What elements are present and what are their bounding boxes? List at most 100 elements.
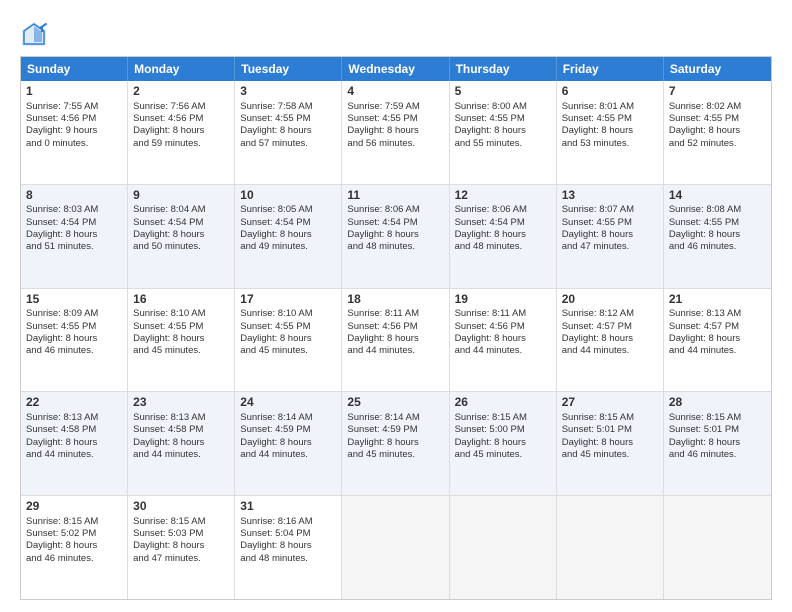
day-info-line: and 48 minutes. [240,553,308,564]
calendar-day-cell: 22Sunrise: 8:13 AMSunset: 4:58 PMDayligh… [21,392,128,495]
day-info-line: and 44 minutes. [562,345,630,356]
day-info-line: and 46 minutes. [669,449,737,460]
calendar-day-cell: 16Sunrise: 8:10 AMSunset: 4:55 PMDayligh… [128,289,235,392]
day-info-line: Sunset: 4:54 PM [455,217,525,228]
day-info-line: Sunset: 4:56 PM [347,321,417,332]
day-number: 17 [240,292,336,308]
day-info-line: and 55 minutes. [455,138,523,149]
day-info-line: Sunset: 5:01 PM [669,424,739,435]
calendar-day-cell: 21Sunrise: 8:13 AMSunset: 4:57 PMDayligh… [664,289,771,392]
day-info-line: Sunrise: 8:16 AM [240,516,312,527]
day-info-line: Daylight: 8 hours [133,540,204,551]
day-info-line: Sunset: 5:00 PM [455,424,525,435]
day-info-line: Sunrise: 7:58 AM [240,101,312,112]
day-info-line: and 59 minutes. [133,138,201,149]
day-info-line: Daylight: 8 hours [347,437,418,448]
day-info-line: Daylight: 8 hours [240,540,311,551]
day-info-line: and 45 minutes. [562,449,630,460]
day-info-line: Sunset: 4:56 PM [455,321,525,332]
day-number: 3 [240,84,336,100]
day-number: 27 [562,395,658,411]
day-info-line: Sunrise: 8:10 AM [133,308,205,319]
day-info-line: Sunset: 4:55 PM [669,113,739,124]
weekday-header: Friday [557,57,664,81]
day-info-line: Sunset: 4:55 PM [240,113,310,124]
day-info-line: Sunrise: 8:06 AM [347,204,419,215]
day-number: 4 [347,84,443,100]
day-info-line: Sunrise: 7:55 AM [26,101,98,112]
day-info-line: Daylight: 8 hours [240,437,311,448]
calendar-day-cell: 7Sunrise: 8:02 AMSunset: 4:55 PMDaylight… [664,81,771,184]
calendar-day-cell [450,496,557,599]
day-info-line: and 44 minutes. [133,449,201,460]
day-info-line: Sunset: 5:01 PM [562,424,632,435]
day-info-line: Daylight: 9 hours [26,125,97,136]
day-info-line: Sunrise: 8:13 AM [26,412,98,423]
calendar-day-cell [342,496,449,599]
day-number: 22 [26,395,122,411]
day-info-line: Daylight: 8 hours [347,229,418,240]
calendar-day-cell: 8Sunrise: 8:03 AMSunset: 4:54 PMDaylight… [21,185,128,288]
calendar-day-cell: 15Sunrise: 8:09 AMSunset: 4:55 PMDayligh… [21,289,128,392]
day-info-line: Daylight: 8 hours [562,229,633,240]
day-info-line: Sunrise: 8:15 AM [455,412,527,423]
day-info-line: and 46 minutes. [669,241,737,252]
day-info-line: Daylight: 8 hours [26,437,97,448]
day-info-line: Sunrise: 7:59 AM [347,101,419,112]
calendar-day-cell: 18Sunrise: 8:11 AMSunset: 4:56 PMDayligh… [342,289,449,392]
day-info-line: Sunset: 4:55 PM [562,113,632,124]
weekday-header: Monday [128,57,235,81]
day-number: 21 [669,292,766,308]
day-info-line: and 48 minutes. [347,241,415,252]
day-info-line: and 47 minutes. [562,241,630,252]
calendar-week-row: 29Sunrise: 8:15 AMSunset: 5:02 PMDayligh… [21,496,771,599]
calendar-day-cell: 30Sunrise: 8:15 AMSunset: 5:03 PMDayligh… [128,496,235,599]
calendar-day-cell: 24Sunrise: 8:14 AMSunset: 4:59 PMDayligh… [235,392,342,495]
calendar: SundayMondayTuesdayWednesdayThursdayFrid… [20,56,772,600]
header [20,16,772,48]
calendar-day-cell: 6Sunrise: 8:01 AMSunset: 4:55 PMDaylight… [557,81,664,184]
day-info-line: Daylight: 8 hours [133,125,204,136]
weekday-header: Wednesday [342,57,449,81]
day-info-line: Daylight: 8 hours [562,437,633,448]
day-info-line: Daylight: 8 hours [455,333,526,344]
day-info-line: Daylight: 8 hours [240,333,311,344]
day-info-line: and 45 minutes. [455,449,523,460]
day-info-line: and 46 minutes. [26,345,94,356]
day-info-line: and 44 minutes. [240,449,308,460]
day-number: 25 [347,395,443,411]
day-info-line: Daylight: 8 hours [133,229,204,240]
day-info-line: Sunset: 4:54 PM [240,217,310,228]
day-info-line: and 44 minutes. [26,449,94,460]
day-number: 30 [133,499,229,515]
day-info-line: Sunrise: 8:00 AM [455,101,527,112]
day-info-line: Sunrise: 8:11 AM [455,308,527,319]
day-info-line: Sunset: 4:55 PM [562,217,632,228]
calendar-day-cell: 3Sunrise: 7:58 AMSunset: 4:55 PMDaylight… [235,81,342,184]
logo-icon [20,20,48,48]
calendar-day-cell [557,496,664,599]
day-info-line: and 48 minutes. [455,241,523,252]
calendar-week-row: 15Sunrise: 8:09 AMSunset: 4:55 PMDayligh… [21,289,771,393]
day-number: 7 [669,84,766,100]
day-info-line: and 56 minutes. [347,138,415,149]
day-info-line: Sunrise: 8:04 AM [133,204,205,215]
day-info-line: Sunrise: 8:10 AM [240,308,312,319]
day-info-line: Daylight: 8 hours [562,333,633,344]
day-info-line: Daylight: 8 hours [455,437,526,448]
day-info-line: Daylight: 8 hours [347,125,418,136]
day-number: 23 [133,395,229,411]
day-info-line: Daylight: 8 hours [26,540,97,551]
calendar-day-cell: 5Sunrise: 8:00 AMSunset: 4:55 PMDaylight… [450,81,557,184]
day-info-line: Sunrise: 8:08 AM [669,204,741,215]
day-info-line: Sunset: 4:55 PM [26,321,96,332]
calendar-week-row: 8Sunrise: 8:03 AMSunset: 4:54 PMDaylight… [21,185,771,289]
day-info-line: and 45 minutes. [240,345,308,356]
day-info-line: Daylight: 8 hours [669,333,740,344]
calendar-day-cell: 4Sunrise: 7:59 AMSunset: 4:55 PMDaylight… [342,81,449,184]
calendar-header: SundayMondayTuesdayWednesdayThursdayFrid… [21,57,771,81]
calendar-body: 1Sunrise: 7:55 AMSunset: 4:56 PMDaylight… [21,81,771,599]
day-info-line: and 52 minutes. [669,138,737,149]
day-info-line: Daylight: 8 hours [347,333,418,344]
day-info-line: Daylight: 8 hours [240,125,311,136]
